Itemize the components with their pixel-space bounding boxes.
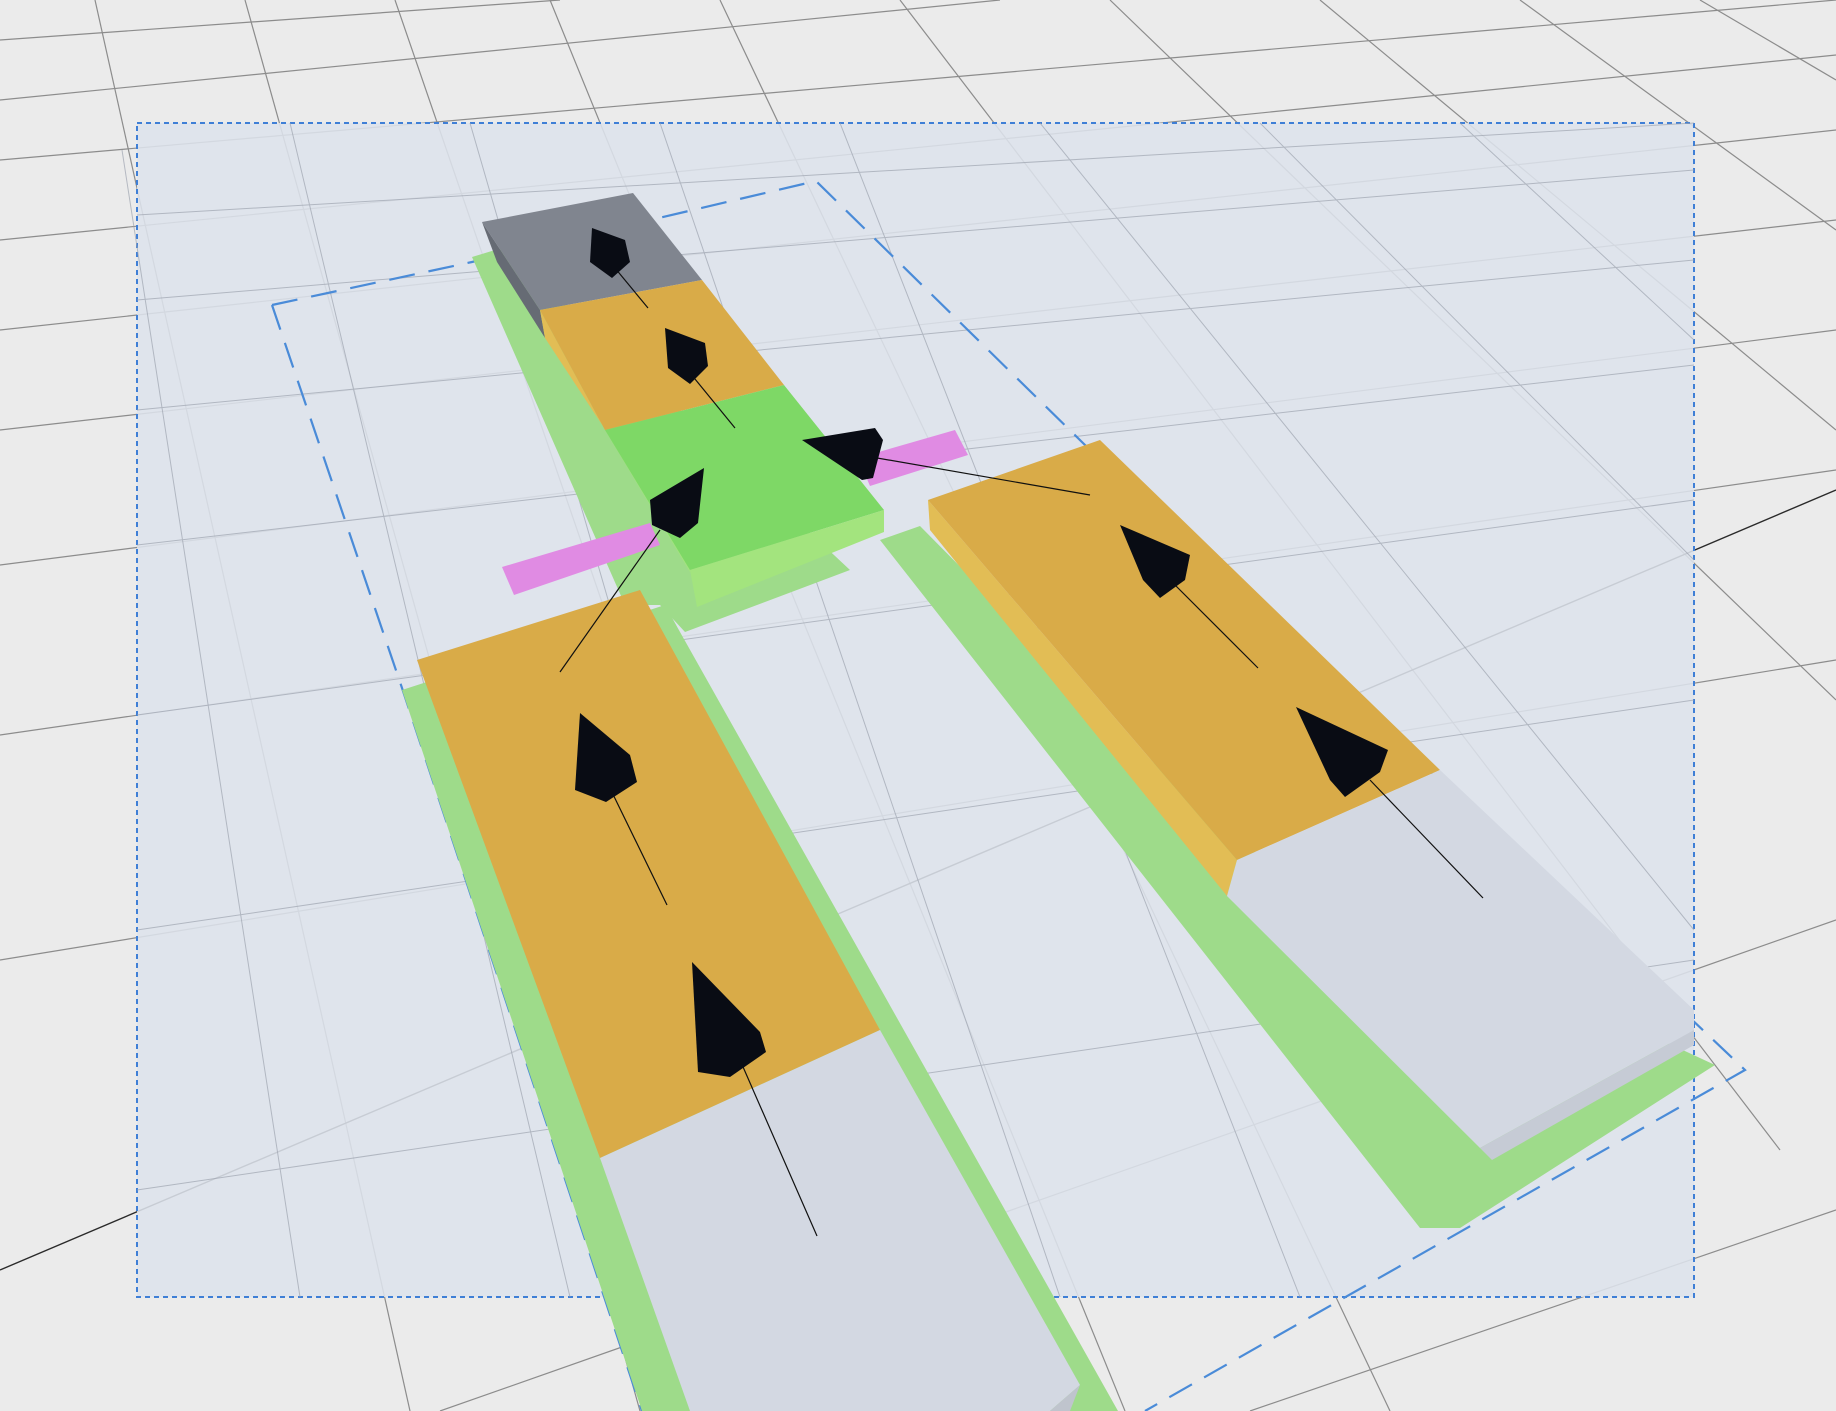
3d-scene-canvas[interactable]	[0, 0, 1836, 1411]
scene-viewport[interactable]	[0, 0, 1836, 1411]
